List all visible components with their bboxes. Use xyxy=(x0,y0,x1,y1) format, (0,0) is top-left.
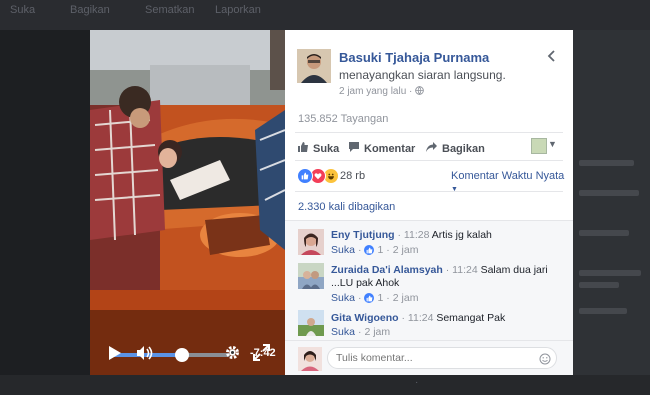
comment-age: 2 jam xyxy=(392,244,419,256)
live-video-player[interactable]: -7:42 xyxy=(90,30,285,375)
seek-bar[interactable] xyxy=(109,348,230,362)
bg-nav-share: Bagikan xyxy=(70,4,110,16)
commenter-name[interactable]: Eny Tjutjung xyxy=(331,229,395,241)
bg-nav-pin: Sematkan xyxy=(145,4,195,16)
view-count: 135.852 Tayangan xyxy=(298,113,389,125)
background-page-right xyxy=(573,30,650,375)
comment-composer xyxy=(285,340,573,375)
emoji-icon[interactable] xyxy=(539,352,551,370)
comment-input[interactable] xyxy=(327,347,557,369)
like-badge-icon xyxy=(364,293,375,303)
like-label: Suka xyxy=(313,142,340,155)
commenter-avatar[interactable] xyxy=(298,310,324,336)
comment-meta: Suka · 2 jam xyxy=(331,326,391,338)
viewer-avatar xyxy=(298,347,322,371)
comment-bubble-icon xyxy=(348,141,360,156)
comment-time: 11:24 xyxy=(452,264,478,276)
comment-time: 11:24 xyxy=(407,312,434,324)
fullscreen-icon[interactable] xyxy=(253,344,270,366)
comment-age: 2 jam xyxy=(364,326,391,338)
like-badge-icon xyxy=(364,245,375,255)
comment-meta: Suka · 1 · 2 jam xyxy=(331,244,419,256)
share-label: Bagikan xyxy=(442,142,485,155)
seek-handle[interactable] xyxy=(174,348,189,362)
share-as-avatar[interactable] xyxy=(531,138,547,154)
comment-label: Komentar xyxy=(364,142,416,155)
like-button[interactable]: Suka xyxy=(297,141,339,156)
comment-like-link[interactable]: Suka xyxy=(331,292,355,304)
volume-icon[interactable] xyxy=(136,345,154,366)
post-panel: Basuki Tjahaja Purnama menayangkan siara… xyxy=(285,30,573,375)
comment-list: Eny Tjutjung · 11:28 Artis jg kalah Suka… xyxy=(285,220,573,341)
chevron-left-icon[interactable] xyxy=(547,49,557,65)
commenter-avatar[interactable] xyxy=(298,263,324,289)
comment-like-count: 1 xyxy=(377,292,384,304)
comment-body: Eny Tjutjung · 11:28 Artis jg kalah xyxy=(331,229,492,241)
comment-button[interactable]: Komentar xyxy=(348,141,415,156)
share-arrow-icon xyxy=(425,141,438,156)
like-reaction-icon xyxy=(297,168,313,184)
background-page-bottom: · xyxy=(0,375,650,395)
bg-nav-like: Suka xyxy=(10,4,36,16)
settings-gear-icon[interactable] xyxy=(224,344,241,366)
author-name[interactable]: Basuki Tjahaja Purnama xyxy=(339,50,489,65)
comment-age: 2 jam xyxy=(392,292,419,304)
comment-like-link[interactable]: Suka xyxy=(331,244,355,256)
comment-like-count: 1 xyxy=(377,244,384,256)
reaction-icons[interactable] xyxy=(297,168,339,184)
commenter-avatar[interactable] xyxy=(298,229,324,255)
commenter-name[interactable]: Gita Wigoeno xyxy=(331,312,399,324)
comment-text: Artis jg kalah xyxy=(431,229,492,241)
divider xyxy=(295,160,563,161)
comment-body: Zuraida Da'i Alamsyah · 11:24 Salam dua … xyxy=(331,264,548,289)
post-timestamp[interactable]: 2 jam yang lalu xyxy=(339,86,406,97)
globe-icon xyxy=(415,86,424,97)
comment-like-link[interactable]: Suka xyxy=(331,326,355,338)
thumbs-up-icon xyxy=(297,141,309,156)
divider xyxy=(295,132,563,133)
share-button[interactable]: Bagikan xyxy=(425,141,485,156)
comment-meta: Suka · 1 · 2 jam xyxy=(331,292,419,304)
reaction-count[interactable]: 28 rb xyxy=(340,170,365,182)
video-frame xyxy=(90,30,285,375)
commenter-name[interactable]: Zuraida Da'i Alamsyah xyxy=(331,264,443,276)
share-count[interactable]: 2.330 kali dibagikan xyxy=(298,201,395,213)
post-action-text: menayangkan siaran langsung. xyxy=(339,68,506,82)
background-nav: Suka Bagikan Sematkan Laporkan xyxy=(0,0,650,30)
caret-down-icon[interactable]: ▼ xyxy=(548,139,557,149)
video-controls: -7:42 xyxy=(90,330,285,375)
comment-body: Gita Wigoeno · 11:24 Semangat Pak xyxy=(331,312,506,324)
divider xyxy=(295,191,563,192)
play-icon[interactable] xyxy=(108,345,122,366)
comment-text: Semangat Pak xyxy=(436,312,506,324)
comment-order-label: Komentar Waktu Nyata xyxy=(451,170,565,182)
bg-nav-report: Laporkan xyxy=(215,4,261,16)
post-meta: 2 jam yang lalu · xyxy=(339,86,424,97)
author-avatar[interactable] xyxy=(297,49,331,83)
comment-time: 11:28 xyxy=(403,229,430,241)
